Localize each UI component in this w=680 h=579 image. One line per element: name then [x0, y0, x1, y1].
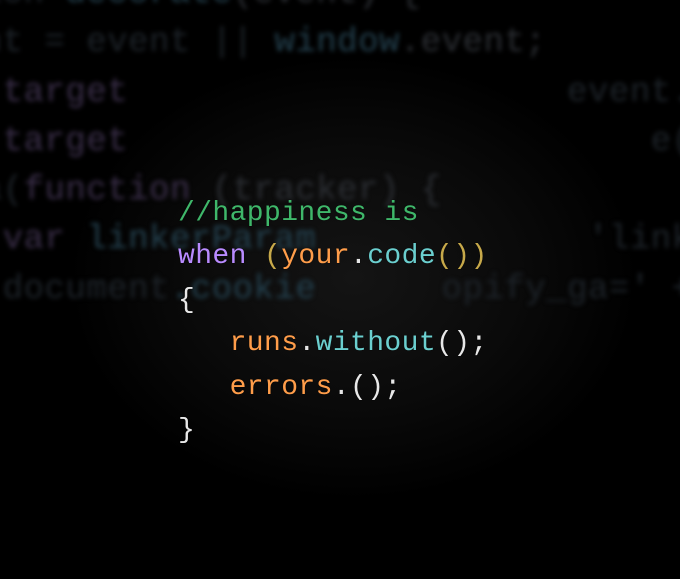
code-ident-your: your	[281, 241, 350, 272]
code-dot-2: .	[298, 328, 315, 359]
code-inner-parens: ()	[436, 241, 470, 272]
bg-line-5a: ga(	[0, 172, 24, 210]
bg-line-1b: decorate	[65, 0, 232, 13]
bg-line-8a: });	[0, 320, 3, 358]
code-comment: //happiness is	[178, 198, 419, 229]
bg-line-3b: event.srcE	[128, 74, 680, 112]
code-dot-1: .	[350, 241, 367, 272]
code-method-without: without	[316, 328, 436, 359]
code-rbrace: }	[178, 415, 195, 446]
bg-line-4b: e('acti	[128, 123, 680, 161]
bg-line-7a: document	[0, 271, 170, 309]
bg-line-2b: window	[274, 24, 399, 62]
code-lparen: (	[264, 241, 281, 272]
code-ident-runs: runs	[230, 328, 299, 359]
bg-line-1c: (event) {	[233, 0, 421, 13]
code-keyword-when: when	[178, 241, 264, 272]
code-call-1: ();	[436, 328, 488, 359]
code-method-code: code	[367, 241, 436, 272]
bg-line-3a: ar target	[0, 74, 128, 112]
code-dot-3: .	[333, 372, 350, 403]
bg-line-2a: vent = event ||	[0, 24, 274, 62]
code-lbrace: {	[178, 285, 195, 316]
bg-line-6a: var	[0, 221, 86, 259]
bg-line-4a: f (target	[0, 123, 128, 161]
code-ident-errors: errors	[230, 372, 333, 403]
foreground-code: //happiness is when (your.code()) { runs…	[178, 192, 488, 452]
code-rparen: )	[470, 241, 487, 272]
code-call-2: ();	[350, 372, 402, 403]
bg-line-2c: .event;	[400, 24, 546, 62]
bg-line-1a: ction	[0, 0, 65, 13]
code-poster: ction decorate(event) { vent = event || …	[0, 0, 680, 579]
